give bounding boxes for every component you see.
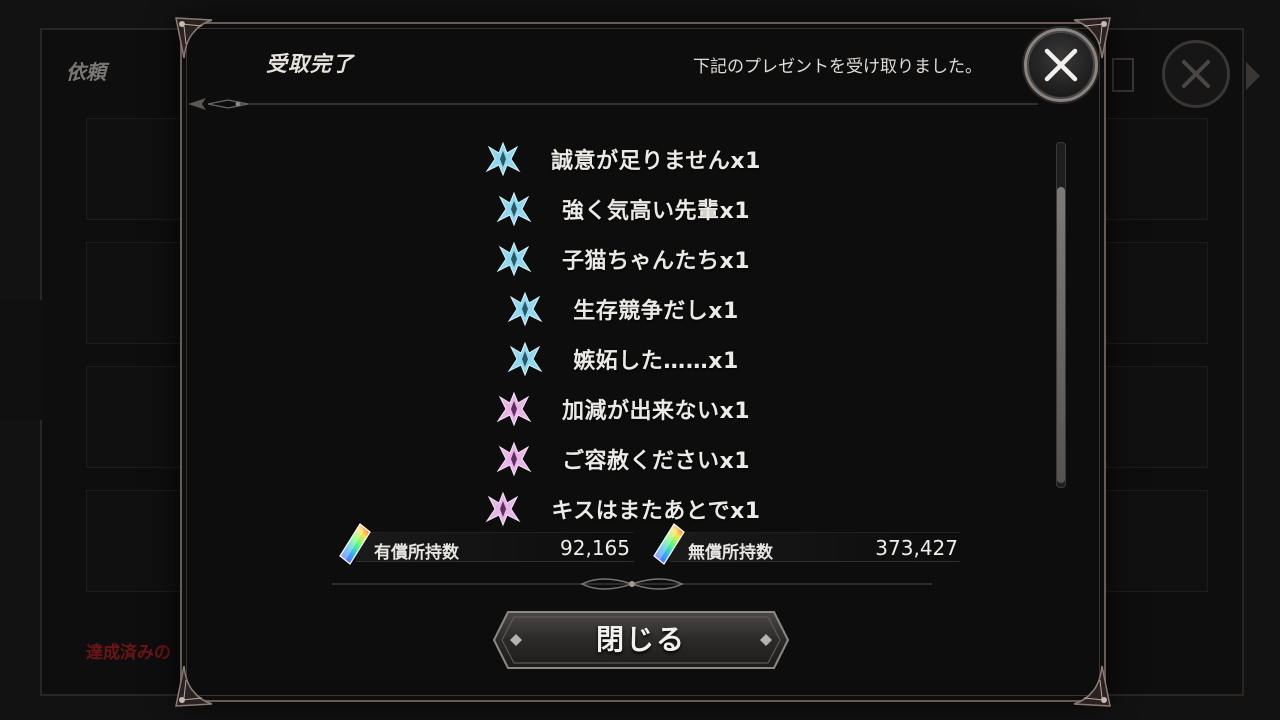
background-next-icon — [1246, 62, 1260, 90]
background-title: 依頼 — [66, 60, 106, 84]
crest-icon — [496, 391, 532, 427]
reward-item: 強く気高い先輩x1 — [182, 186, 1062, 232]
paid-currency-value: 92,165 — [560, 536, 630, 560]
paid-currency-label: 有償所持数 — [374, 543, 459, 563]
close-button-label: 閉じる — [595, 623, 686, 656]
reward-item: 生存競争だしx1 — [182, 286, 1062, 332]
reward-label: 生存競争だしx1 — [573, 299, 739, 324]
crest-icon — [507, 341, 543, 377]
reward-label: 加減が出来ないx1 — [562, 399, 750, 424]
free-currency-label: 無償所持数 — [688, 543, 773, 563]
reward-label: キスはまたあとでx1 — [551, 499, 761, 524]
footer-divider — [332, 578, 932, 590]
close-x-icon — [1044, 48, 1078, 82]
reward-item: ご容赦くださいx1 — [182, 436, 1062, 482]
reward-label: 子猫ちゃんたちx1 — [562, 249, 750, 274]
free-currency: 無償所持数 373,427 — [648, 523, 960, 565]
dialog-close-button[interactable] — [1024, 28, 1098, 102]
free-currency-value: 373,427 — [875, 536, 958, 560]
dialog-title: 受取完了 — [266, 52, 354, 76]
header-divider — [188, 98, 1038, 110]
reward-item: 子猫ちゃんたちx1 — [182, 236, 1062, 282]
corner-ornament-icon — [175, 17, 213, 59]
paid-currency: 有償所持数 92,165 — [334, 523, 634, 565]
reward-item: 嫉妬した……x1 — [182, 336, 1062, 382]
reward-label: ご容赦くださいx1 — [562, 449, 750, 474]
crest-icon — [485, 491, 521, 527]
crest-icon — [496, 191, 532, 227]
crest-icon — [485, 141, 521, 177]
scrollbar-thumb[interactable] — [1057, 187, 1065, 483]
reward-item: 加減が出来ないx1 — [182, 386, 1062, 432]
dialog-subtitle: 下記のプレゼントを受け取りました。 — [693, 57, 982, 77]
rainbow-crystal-icon — [339, 523, 371, 565]
reward-item: 誠意が足りませんx1 — [182, 136, 1062, 182]
close-dialog-button[interactable]: 閉じる — [492, 610, 790, 670]
crest-icon — [507, 291, 543, 327]
reward-list-scrollbar[interactable] — [1056, 142, 1066, 488]
rainbow-crystal-icon — [653, 523, 685, 565]
reward-item: キスはまたあとでx1 — [182, 486, 1062, 532]
corner-ornament-icon — [175, 665, 213, 707]
crest-icon — [496, 241, 532, 277]
reward-label: 強く気高い先輩x1 — [562, 199, 750, 224]
reward-label: 誠意が足りませんx1 — [551, 149, 761, 174]
crest-icon — [496, 441, 532, 477]
reward-label: 嫉妬した……x1 — [573, 349, 739, 374]
reward-dialog: 受取完了 下記のプレゼントを受け取りました。 誠意が足りませんx1 強く気高い先… — [175, 17, 1111, 707]
corner-ornament-icon — [1073, 665, 1111, 707]
background-close-icon — [1162, 40, 1230, 108]
background-notice: 達成済みの — [86, 643, 171, 663]
reward-list[interactable]: 誠意が足りませんx1 強く気高い先輩x1 子猫ちゃんたちx1 生存競争だしx1 … — [182, 136, 1062, 536]
background-prev-icon — [1112, 58, 1134, 92]
background-side-tab — [0, 300, 44, 420]
